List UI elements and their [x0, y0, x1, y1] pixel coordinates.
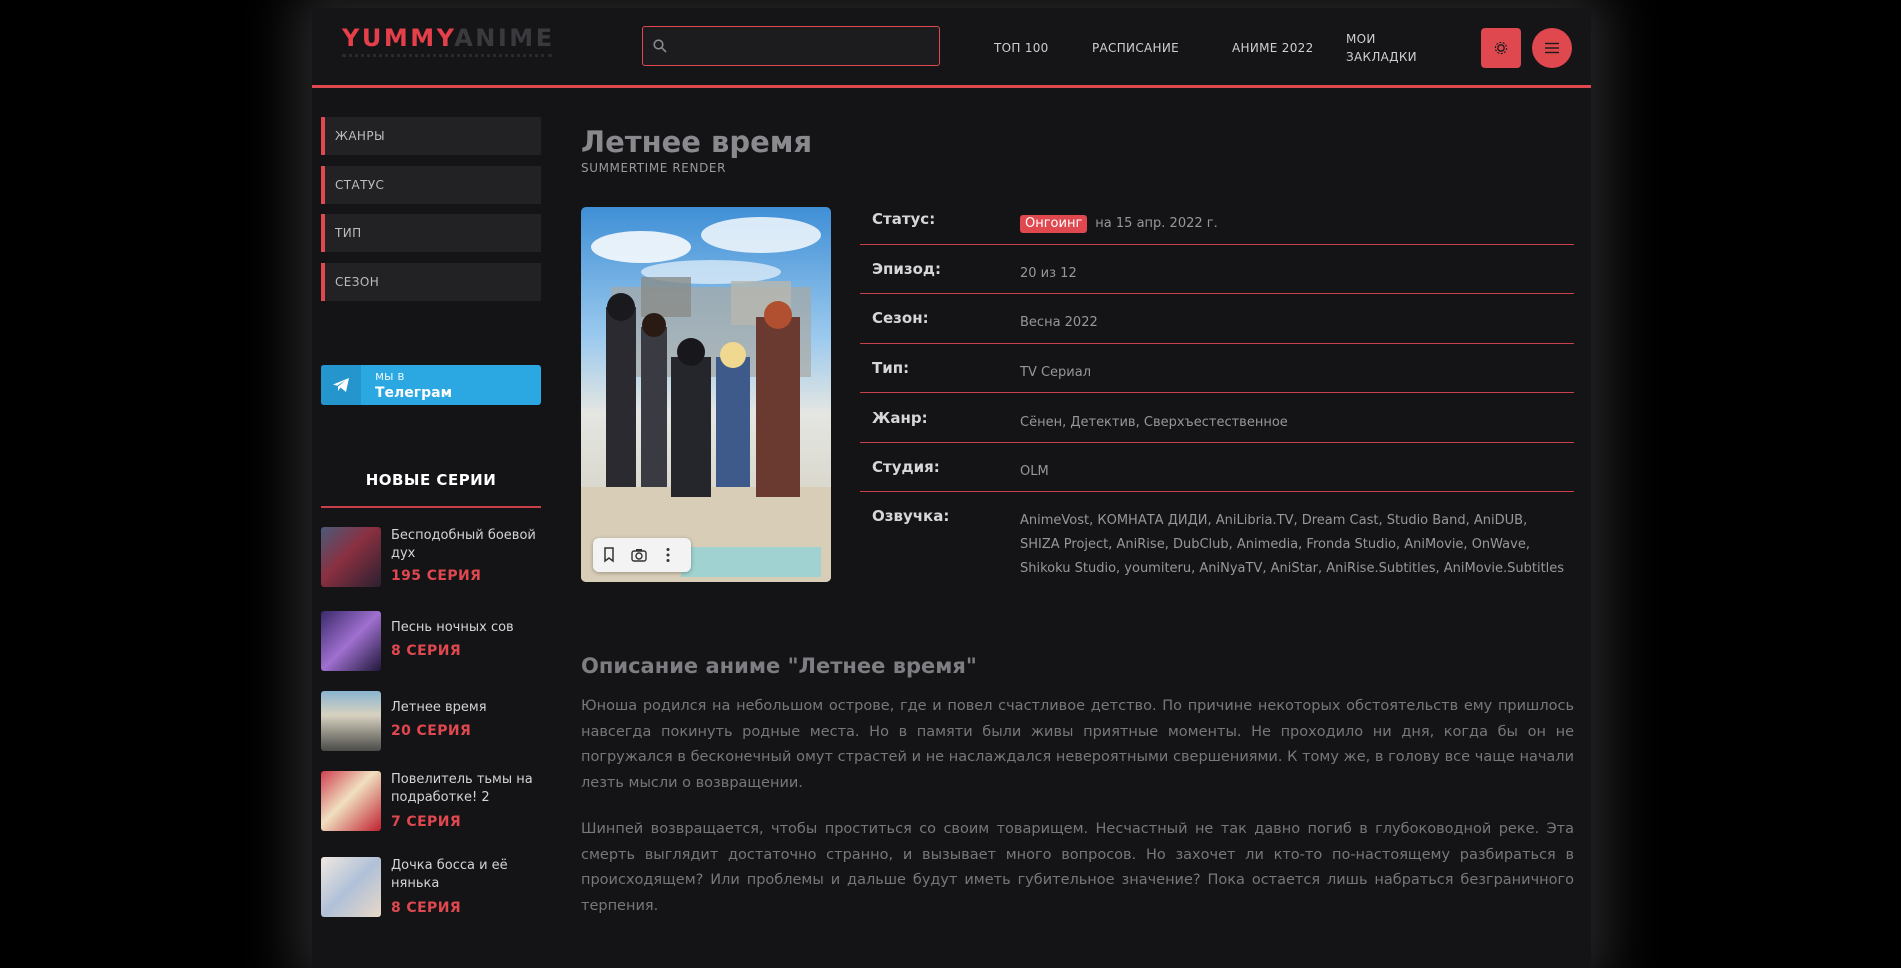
episode-thumbnail — [321, 527, 381, 587]
menu-button[interactable] — [1532, 28, 1572, 68]
new-episode-item[interactable]: Летнее время 20 СЕРИЯ — [321, 691, 541, 753]
info-value: Онгоинг на 15 апр. 2022 г. — [1020, 212, 1570, 236]
episode-title: Песнь ночных сов — [391, 620, 514, 635]
gear-icon — [1494, 41, 1508, 55]
poster-image — [581, 207, 831, 582]
camera-icon[interactable] — [631, 547, 647, 567]
logo-text-primary: YUMMY — [342, 24, 455, 52]
logo-tagline-decoration — [342, 54, 552, 67]
image-toolbar — [593, 538, 691, 572]
new-episodes-heading: НОВЫЕ СЕРИИ — [365, 471, 497, 489]
info-divider — [860, 244, 1574, 245]
logo-text-secondary: ANIME — [454, 24, 555, 52]
description-heading: Описание аниме "Летнее время" — [581, 654, 977, 678]
sidebar-item-genres[interactable]: ЖАНРЫ — [321, 117, 541, 155]
nav-top100[interactable]: ТОП 100 — [994, 41, 1049, 55]
status-badge: Онгоинг — [1020, 215, 1088, 233]
info-value: 20 из 12 — [1020, 266, 1077, 281]
more-options-icon[interactable] — [665, 547, 671, 567]
telegram-line1: мы в — [375, 369, 405, 383]
info-divider — [860, 343, 1574, 344]
new-episode-item[interactable]: Песнь ночных сов 8 СЕРИЯ — [321, 611, 541, 673]
sidebar-item-type[interactable]: ТИП — [321, 214, 541, 252]
info-value: AnimeVost, КОМНАТА ДИДИ, AniLibria.TV, D… — [1020, 513, 1565, 576]
info-divider — [860, 392, 1574, 393]
search-input[interactable] — [677, 34, 931, 60]
info-divider — [860, 442, 1574, 443]
episode-title: Бесподобный боевой дух — [391, 528, 536, 561]
episode-number: 7 СЕРИЯ — [391, 814, 462, 830]
episode-number: 8 СЕРИЯ — [391, 900, 462, 916]
info-label: Жанр: — [872, 409, 928, 427]
status-date: на 15 апр. 2022 г. — [1095, 216, 1218, 231]
settings-button[interactable] — [1481, 28, 1521, 68]
episode-number: 8 СЕРИЯ — [391, 643, 462, 659]
info-label: Озвучка: — [872, 507, 950, 525]
telegram-line2: Телеграм — [375, 385, 453, 401]
description-paragraph: Юноша родился на небольшом острове, где … — [581, 698, 1574, 791]
nav-anime-2022[interactable]: АНИМЕ 2022 — [1232, 41, 1314, 55]
info-divider — [860, 491, 1574, 492]
search-icon — [653, 38, 667, 57]
new-episode-item[interactable]: Повелитель тьмы на подработке! 2 7 СЕРИЯ — [321, 771, 541, 833]
info-value[interactable]: Сёнен, Детектив, Сверхъестественное — [1020, 411, 1570, 435]
info-value: Весна 2022 — [1020, 315, 1098, 330]
episode-thumbnail — [321, 771, 381, 831]
info-label: Эпизод: — [872, 260, 942, 278]
telegram-icon — [321, 365, 361, 405]
episode-number: 20 СЕРИЯ — [391, 723, 472, 739]
page-title: Летнее время — [581, 125, 813, 159]
page-subtitle: SUMMERTIME RENDER — [581, 161, 727, 175]
episode-thumbnail — [321, 691, 381, 751]
info-label: Студия: — [872, 458, 940, 476]
new-episode-item[interactable]: Бесподобный боевой дух 195 СЕРИЯ — [321, 527, 541, 589]
info-label: Статус: — [872, 210, 936, 228]
new-episodes-divider — [321, 506, 541, 508]
episode-title: Дочка босса и её нянька — [391, 858, 508, 891]
episode-title: Повелитель тьмы на подработке! 2 — [391, 772, 533, 805]
hamburger-icon — [1545, 42, 1559, 54]
info-value: TV Сериал — [1020, 365, 1092, 380]
info-value[interactable]: OLM — [1020, 460, 1570, 484]
episode-thumbnail — [321, 857, 381, 917]
episode-number: 195 СЕРИЯ — [391, 568, 482, 584]
logo[interactable]: YUMMYANIME — [342, 24, 555, 52]
description-paragraph: Шинпей возвращается, чтобы проститься со… — [581, 821, 1574, 914]
header: YUMMYANIME ТОП 100 РАСПИСАНИЕ АНИМЕ 2022… — [312, 8, 1591, 88]
info-label: Тип: — [872, 359, 910, 377]
search-box[interactable] — [642, 26, 940, 66]
episode-thumbnail — [321, 611, 381, 671]
episode-title: Летнее время — [391, 700, 487, 715]
telegram-button[interactable]: мы в Телеграм — [321, 365, 541, 405]
sidebar-item-status[interactable]: СТАТУС — [321, 166, 541, 204]
info-label: Сезон: — [872, 309, 929, 327]
new-episode-item[interactable]: Дочка босса и её нянька 8 СЕРИЯ — [321, 857, 541, 919]
anime-poster — [581, 207, 831, 582]
nav-bookmarks[interactable]: МОИ ЗАКЛАДКИ — [1346, 30, 1426, 66]
sidebar-item-season[interactable]: СЕЗОН — [321, 263, 541, 301]
page-container: YUMMYANIME ТОП 100 РАСПИСАНИЕ АНИМЕ 2022… — [312, 8, 1591, 968]
bookmark-icon[interactable] — [602, 547, 616, 567]
info-divider — [860, 293, 1574, 294]
nav-schedule[interactable]: РАСПИСАНИЕ — [1092, 41, 1179, 55]
